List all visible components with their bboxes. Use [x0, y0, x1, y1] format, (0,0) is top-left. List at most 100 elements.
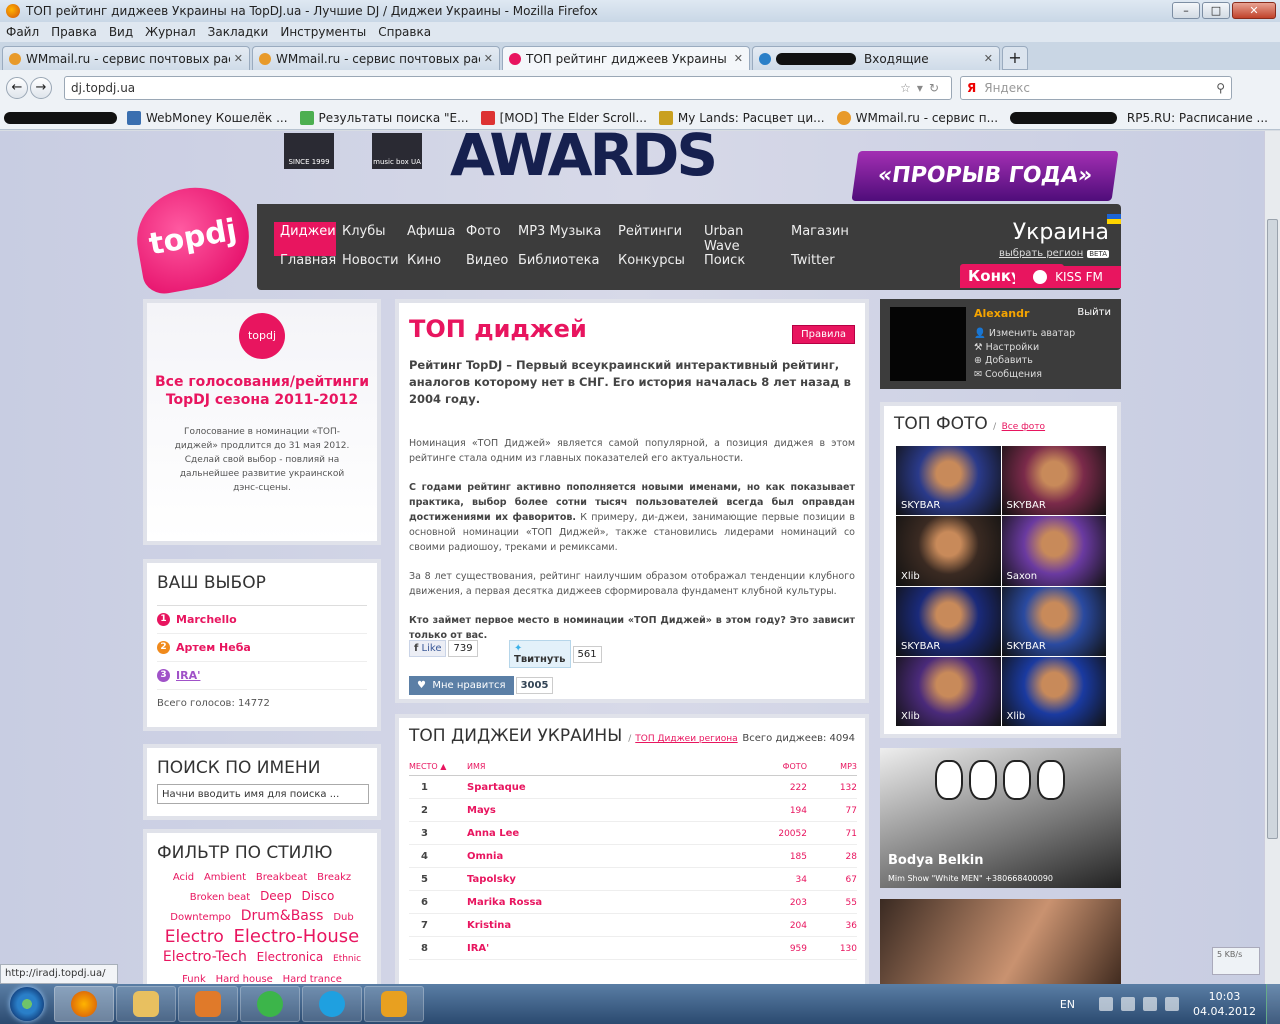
new-tab-button[interactable]: + — [1002, 46, 1028, 70]
taskbar-firefox[interactable] — [54, 986, 114, 1022]
table-row[interactable]: 1 Spartaque 222 132 — [409, 775, 857, 799]
bookmark-rp5[interactable]: RP5.RU: Расписание ... — [1127, 111, 1268, 125]
menu-file[interactable]: Файл — [6, 25, 39, 39]
top-photo-thumb[interactable]: SKYBAR — [1001, 446, 1106, 516]
nav-twitter[interactable]: Twitter — [785, 251, 841, 270]
taskbar-icq[interactable] — [240, 986, 300, 1022]
top-photo-thumb[interactable]: Saxon — [1001, 516, 1106, 586]
style-tag[interactable]: Funk — [182, 974, 206, 984]
choice-item[interactable]: 1 Marchello — [157, 606, 367, 634]
like-button[interactable]: ♥ Мне нравится — [409, 676, 514, 695]
network-icon[interactable] — [1121, 997, 1136, 1011]
menu-tools[interactable]: Инструменты — [280, 25, 366, 39]
mp3-count[interactable]: 132 — [807, 775, 857, 799]
nav-contests[interactable]: Конкурсы — [612, 251, 698, 270]
mp3-count[interactable]: 71 — [807, 821, 857, 845]
avatar[interactable] — [890, 307, 966, 381]
facebook-like[interactable]: f Like 739 — [409, 640, 478, 657]
dj-name-link[interactable]: IRA' — [467, 936, 747, 960]
nav-news[interactable]: Новости — [336, 251, 401, 270]
top-photo-thumb[interactable]: Xlib — [896, 516, 1001, 586]
dj-name-link[interactable]: Mays — [467, 798, 747, 822]
rules-button[interactable]: Правила — [792, 325, 855, 344]
col-name[interactable]: ИМЯ — [467, 762, 747, 776]
mp3-count[interactable]: 36 — [807, 913, 857, 937]
nav-video[interactable]: Видео — [460, 251, 512, 270]
show-desktop-button[interactable] — [1266, 984, 1280, 1024]
all-photos-link[interactable]: Все фото — [1002, 422, 1045, 432]
table-row[interactable]: 7 Kristina 204 36 — [409, 913, 857, 937]
facebook-like-button[interactable]: f Like — [409, 640, 447, 657]
photo-count[interactable]: 20052 — [747, 821, 807, 845]
style-tag[interactable]: Drum&Bass — [241, 908, 324, 924]
nav-home[interactable]: Главная — [274, 251, 336, 270]
style-tag[interactable]: Electronica — [257, 950, 324, 964]
photo-count[interactable]: 959 — [747, 936, 807, 960]
url-actions-icon[interactable]: ☆▾↻ — [900, 81, 951, 95]
style-tag[interactable]: Acid — [173, 872, 194, 883]
search-bar[interactable]: Я Яндекс ⚲ — [960, 76, 1232, 100]
style-tag[interactable]: Downtempo — [170, 912, 231, 923]
bookmark-webmoney[interactable]: WebMoney Кошелёк ... — [127, 110, 288, 125]
table-row[interactable]: 6 Marika Rossa 203 55 — [409, 890, 857, 914]
bookmark-search-results[interactable]: Результаты поиска "E... — [299, 110, 469, 125]
photo-count[interactable]: 34 — [747, 867, 807, 891]
scrollbar-thumb[interactable] — [1267, 219, 1278, 839]
bodya-belkin-ad[interactable]: Bodya Belkin Mim Show "White MEN" +38066… — [880, 748, 1121, 888]
col-place[interactable]: МЕСТО ▲ — [409, 762, 467, 776]
choice-name[interactable]: Артем Неба — [176, 641, 251, 654]
dj-name-link[interactable]: Anna Lee — [467, 821, 747, 845]
add-link[interactable]: ⊕ Добавить — [974, 354, 1075, 368]
proryv-goda-banner[interactable]: «ПРОРЫВ ГОДА» — [851, 151, 1119, 201]
dj-name-link[interactable]: Tapolsky — [467, 867, 747, 891]
style-tag[interactable]: Breakz — [317, 872, 351, 883]
col-photo[interactable]: ФОТО — [747, 762, 807, 776]
menu-bookmarks[interactable]: Закладки — [208, 25, 269, 39]
mp3-count[interactable]: 130 — [807, 936, 857, 960]
tab-topdj[interactable]: ТОП рейтинг диджеев Украины на ... ✕ — [502, 46, 750, 70]
close-tab-icon[interactable]: ✕ — [984, 52, 993, 65]
menu-history[interactable]: Журнал — [145, 25, 196, 39]
top-photo-thumb[interactable]: SKYBAR — [1001, 586, 1106, 656]
table-row[interactable]: 2 Mays 194 77 — [409, 798, 857, 822]
bookmark-wmmail[interactable]: WMmail.ru - сервис п... — [836, 110, 998, 125]
close-tab-icon[interactable]: ✕ — [734, 52, 743, 65]
style-tag[interactable]: Dub — [333, 912, 353, 923]
vk-like[interactable]: ♥ Мне нравится 3005 — [409, 676, 554, 695]
close-button[interactable]: ✕ — [1232, 2, 1276, 19]
style-tag[interactable]: Disco — [302, 889, 335, 903]
photo-count[interactable]: 203 — [747, 890, 807, 914]
table-row[interactable]: 3 Anna Lee 20052 71 — [409, 821, 857, 845]
clock[interactable]: 10:03 04.04.2012 — [1193, 989, 1256, 1019]
logout-link[interactable]: Выйти — [1077, 307, 1111, 318]
menu-view[interactable]: Вид — [109, 25, 133, 39]
flag-icon[interactable] — [1143, 997, 1158, 1011]
back-button[interactable]: ← — [6, 77, 28, 99]
table-row[interactable]: 4 Omnia 185 28 — [409, 844, 857, 868]
style-tag[interactable]: Hard trance — [283, 974, 342, 984]
style-tag[interactable]: Electro-House — [234, 926, 360, 947]
taskbar-media[interactable] — [178, 986, 238, 1022]
nav-cinema[interactable]: Кино — [401, 251, 460, 270]
nav-search[interactable]: Поиск — [698, 251, 785, 270]
top-photo-thumb[interactable]: SKYBAR — [896, 586, 1001, 656]
photo-count[interactable]: 204 — [747, 913, 807, 937]
taskbar-explorer[interactable] — [116, 986, 176, 1022]
style-tag[interactable]: Electro — [165, 927, 224, 947]
choice-name[interactable]: IRA' — [176, 669, 200, 682]
twitter-share[interactable]: ✦ Твитнуть 561 — [509, 640, 602, 668]
close-tab-icon[interactable]: ✕ — [234, 52, 243, 65]
taskbar-skype[interactable] — [302, 986, 362, 1022]
photo-count[interactable]: 222 — [747, 775, 807, 799]
change-avatar-link[interactable]: 👤 Изменить аватар — [974, 327, 1075, 341]
start-button[interactable] — [0, 984, 54, 1024]
bookmark-mylands[interactable]: My Lands: Расцвет ци... — [658, 110, 825, 125]
dj-name-link[interactable]: Omnia — [467, 844, 747, 868]
url-bar[interactable]: dj.topdj.ua ☆▾↻ — [64, 76, 952, 157]
dj-name-link[interactable]: Marika Rossa — [467, 890, 747, 914]
style-tag[interactable]: Hard house — [216, 974, 273, 984]
vertical-scrollbar[interactable] — [1264, 131, 1280, 984]
dj-name-link[interactable]: Kristina — [467, 913, 747, 937]
kissfm-button[interactable]: KISS FM — [1015, 266, 1121, 288]
search-icon[interactable]: ⚲ — [1216, 81, 1225, 95]
